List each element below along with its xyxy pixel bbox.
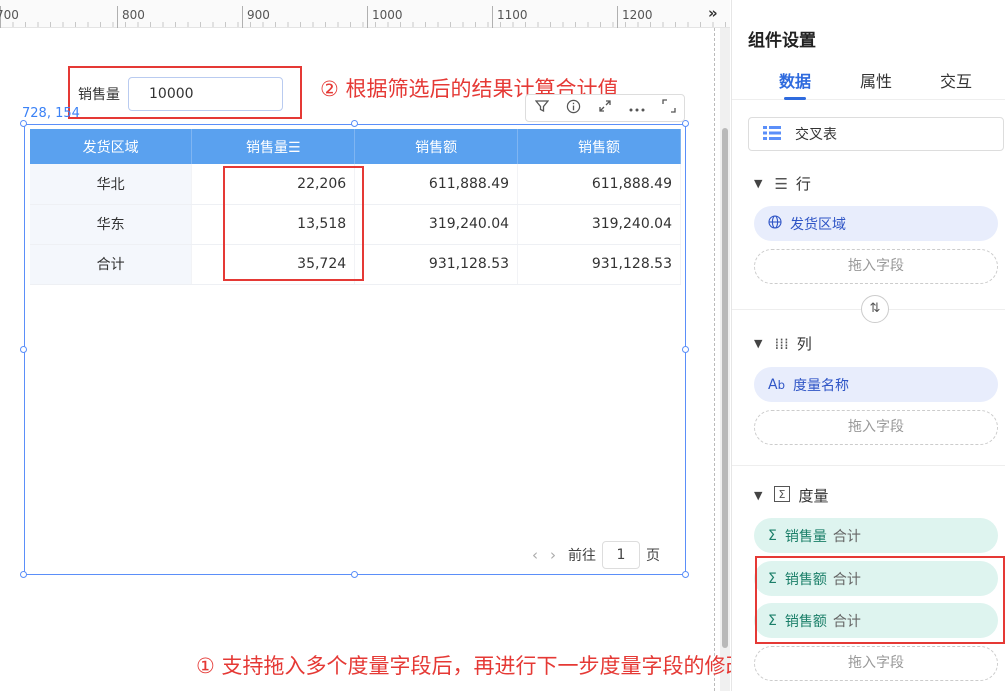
next-page-icon[interactable]: › (550, 546, 556, 564)
divider (732, 465, 1005, 466)
tab-data[interactable]: 数据 (779, 68, 811, 92)
cross-table-icon (763, 125, 781, 144)
rows-drop-zone[interactable]: 拖入字段 (754, 249, 998, 284)
row-dimension-cell: 华北 (30, 164, 193, 205)
ruler-label: 900 (247, 8, 270, 22)
settings-panel: 组件设置 数据 属性 交互 交叉表 ▼ ☰ 行 发货区域 拖入字段 ⇅ ▼ ⁞⁞… (731, 0, 1005, 691)
row-field-label: 发货区域 (790, 216, 846, 233)
value-cell: 611,888.49 (517, 164, 681, 205)
measures-section-header[interactable]: ▼ Σ 度量 (754, 485, 828, 506)
row-field-pill[interactable]: 发货区域 (754, 206, 998, 241)
scrollbar-thumb[interactable] (722, 128, 728, 648)
resize-handle-t[interactable] (351, 120, 358, 127)
resize-handle-bl[interactable] (20, 571, 27, 578)
sigma-box-icon: Σ (774, 485, 791, 506)
row-dimension-cell: 合计 (30, 244, 193, 285)
rows-section-label: 行 (795, 175, 811, 193)
sigma-icon: Σ (768, 527, 777, 544)
value-cell: 931,128.53 (517, 244, 681, 285)
column-field-label: 度量名称 (792, 377, 849, 394)
text-type-icon: Ab (768, 376, 785, 393)
column-header[interactable]: 销售量☰ (191, 129, 356, 164)
ruler-major-tick (617, 6, 618, 28)
active-tab-indicator (784, 97, 806, 100)
measures-drop-zone[interactable]: 拖入字段 (754, 646, 998, 681)
vertical-scrollbar[interactable] (720, 28, 730, 691)
ruler-more-icon[interactable]: » (708, 4, 718, 22)
globe-icon (768, 214, 782, 233)
column-header[interactable]: 销售额 (354, 129, 519, 164)
page-suffix: 页 (646, 548, 660, 564)
chevron-down-icon: ▼ (754, 177, 763, 190)
more-icon[interactable] (629, 99, 645, 117)
ruler-label: 1000 (372, 8, 403, 22)
ruler-label: 700 (0, 8, 19, 22)
app-root: 700 800 900 1000 1100 1200 » 销售量 ② 根据筛选后… (0, 0, 1005, 691)
tab-interaction[interactable]: 交互 (940, 68, 972, 92)
prev-page-icon[interactable]: ‹ (532, 546, 538, 564)
ruler-major-tick (242, 6, 243, 28)
columns-section-header[interactable]: ▼ ⁞⁞⁞ 列 (754, 333, 812, 354)
column-field-pill[interactable]: Ab 度量名称 (754, 367, 998, 402)
expand-icon[interactable] (598, 99, 612, 117)
fullscreen-icon[interactable] (661, 99, 676, 117)
rows-icon: ☰ (774, 174, 788, 193)
position-readout: 728, 154 (22, 106, 80, 121)
ruler-label: 1100 (497, 8, 528, 22)
columns-drop-zone[interactable]: 拖入字段 (754, 410, 998, 445)
canvas-boundary-line (714, 28, 715, 691)
ruler-label: 800 (122, 8, 145, 22)
measure-field-pill[interactable]: Σ 销售量 合计 (754, 518, 998, 553)
resize-handle-r[interactable] (682, 346, 689, 353)
ruler-major-tick (117, 6, 118, 28)
svg-text:Σ: Σ (779, 488, 786, 501)
resize-handle-tl[interactable] (20, 120, 27, 127)
ruler-major-tick (492, 6, 493, 28)
swap-rows-cols-icon[interactable]: ⇅ (861, 295, 889, 323)
highlight-box-filter (68, 66, 302, 119)
columns-icon: ⁞⁞⁞ (774, 334, 789, 353)
value-cell: 931,128.53 (354, 244, 519, 285)
highlight-box-measures (755, 556, 1005, 644)
rows-section-header[interactable]: ▼ ☰ 行 (754, 173, 811, 194)
pagination: ‹ › 前往 1 页 (532, 541, 660, 569)
info-icon[interactable] (566, 99, 581, 118)
value-cell: 319,240.04 (354, 204, 519, 245)
tab-properties[interactable]: 属性 (860, 68, 892, 92)
highlight-box-sales-column (223, 166, 364, 281)
measures-section-label: 度量 (798, 487, 829, 505)
chevron-down-icon: ▼ (754, 489, 763, 502)
horizontal-ruler: 700 800 900 1000 1100 1200 » (0, 0, 730, 28)
column-header[interactable]: 销售额 (517, 129, 681, 164)
table-header-row: 发货区域 销售量☰ 销售额 销售额 (30, 129, 681, 164)
measure-name: 销售量 (784, 528, 827, 545)
ruler-label: 1200 (622, 8, 653, 22)
component-toolbar (525, 94, 685, 122)
page-number-input[interactable]: 1 (602, 541, 640, 569)
panel-tabs: 数据 属性 交互 (732, 64, 1005, 100)
panel-title: 组件设置 (748, 31, 816, 51)
resize-handle-l[interactable] (20, 346, 27, 353)
chart-type-selector[interactable]: 交叉表 (748, 117, 1004, 151)
resize-handle-b[interactable] (351, 571, 358, 578)
columns-section-label: 列 (796, 335, 812, 353)
measure-aggregation: 合计 (832, 528, 861, 545)
value-cell: 611,888.49 (354, 164, 519, 205)
value-cell: 319,240.04 (517, 204, 681, 245)
annotation-bottom: ① 支持拖入多个度量字段后，再进行下一步度量字段的修改 (196, 654, 747, 678)
resize-handle-br[interactable] (682, 571, 689, 578)
row-dimension-cell: 华东 (30, 204, 193, 245)
ruler-major-tick (367, 6, 368, 28)
column-header[interactable]: 发货区域 (30, 129, 193, 164)
chart-type-label: 交叉表 (795, 127, 837, 143)
chevron-down-icon: ▼ (754, 337, 763, 350)
goto-label: 前往 (568, 548, 596, 564)
filter-icon[interactable] (534, 99, 549, 117)
